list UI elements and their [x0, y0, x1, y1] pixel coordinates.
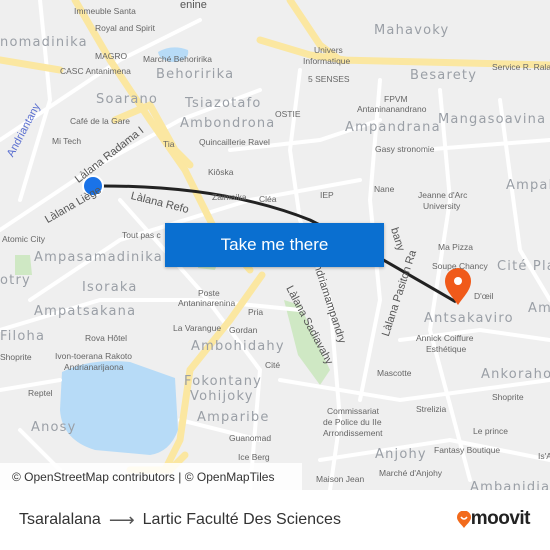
district-label: otry [0, 273, 31, 288]
poi-label: Cité [265, 360, 281, 370]
district-label: Ampatsakana [34, 304, 137, 319]
poi-label: Antaninanandrano [357, 104, 427, 114]
poi-label: Royal and Spirit [95, 23, 156, 33]
poi-label: Esthétique [426, 344, 467, 354]
poi-label: Soupe Chancy [432, 261, 488, 271]
poi-label: FPVM [384, 94, 408, 104]
district-label: Anosy [31, 420, 77, 435]
poi-label: Le prince [473, 426, 508, 436]
lake [60, 361, 178, 455]
poi-label: MAGRO [95, 51, 128, 61]
origin-name: Tsaralalana [19, 511, 101, 528]
poi-label: Ma Pizza [438, 242, 473, 252]
poi-label: IEP [320, 190, 334, 200]
district-label: Cité Pla [497, 259, 550, 274]
poi-label: D'œil [474, 291, 494, 301]
poi-label: Shoprite [0, 352, 32, 362]
poi-label: Gasy stronomie [375, 144, 435, 154]
district-label: Soarano [96, 92, 159, 107]
poi-label: Marché Behoririka [143, 54, 212, 64]
district-label: Filoha [0, 329, 46, 344]
map[interactable]: nomadinika Behoririka Soarano Tsiazotafo… [0, 0, 550, 490]
district-label: Ankorahot [481, 367, 550, 382]
destination-name: Lartic Faculté Des Sciences [142, 511, 341, 528]
district-label: Anjohy [375, 447, 427, 462]
district-label: Tsiazotafo [185, 96, 262, 111]
poi-label: Informatique [303, 56, 351, 66]
district-label: Ampandrana [345, 120, 441, 135]
poi-label: Quincaillerie Ravel [199, 137, 270, 147]
poi-label: Maison Jean [316, 474, 365, 484]
poi-label: OSTIE [275, 109, 301, 119]
poi-label: Is'A [538, 451, 550, 461]
poi-label: Cléa [259, 194, 277, 204]
poi-label: Rova Hôtel [85, 333, 128, 343]
poi-label: Shoprite [492, 392, 524, 402]
poi-label: de Police du IIe [323, 417, 382, 427]
district-label: nomadinika [0, 35, 88, 50]
poi-label: Fantasy Boutique [434, 445, 501, 455]
poi-label: Strelizia [416, 404, 447, 414]
poi-label: Nane [374, 184, 395, 194]
district-label: Am [528, 301, 550, 316]
park [15, 255, 32, 275]
poi-label: Pria [248, 307, 264, 317]
poi-label: La Varangue [173, 323, 222, 333]
district-label: Ambanidia [470, 480, 550, 490]
district-label: Fokontany [184, 374, 263, 389]
district-label: Ampah [506, 178, 550, 193]
poi-label: Reptel [28, 388, 53, 398]
poi-label: Annick Coiffure [416, 333, 474, 343]
poi-label: Jeanne d'Arc [418, 190, 468, 200]
route-footer: Tsaralalana ⟶ Lartic Faculté Des Science… [0, 490, 550, 550]
poi-label: Antaninarenina [178, 298, 236, 308]
poi-label: Arrondissement [323, 428, 383, 438]
arrow-right-icon: ⟶ [108, 509, 135, 530]
poi-label: Service R. Rala [492, 62, 550, 72]
district-label: Ambondrona [180, 116, 276, 131]
moovit-logo: moovit [456, 508, 531, 530]
district-label: Vohijoky [190, 389, 254, 404]
district-label: Amparibe [197, 410, 270, 425]
poi-label: Café de la Gare [70, 116, 131, 126]
take-me-there-button[interactable]: Take me there [165, 223, 384, 267]
poi-label: Immeuble Santa [74, 6, 136, 16]
poi-label: Zaimaika [212, 192, 247, 202]
poi-label: 5 SENSES [308, 74, 350, 84]
moovit-pin-icon [456, 510, 471, 528]
poi-label: Poste [198, 288, 220, 298]
poi-label: Mascotte [377, 368, 412, 378]
district-label: Mahavoky [374, 23, 450, 38]
district-label: Isoraka [82, 280, 138, 295]
poi-label: Kiôska [208, 167, 234, 177]
district-label: Behoririka [156, 67, 235, 82]
district-label: Ambohidahy [191, 339, 285, 354]
poi-label: Commissariat [327, 406, 379, 416]
district-label: Mangasoavina [438, 112, 547, 127]
district-label: Antsakaviro [424, 311, 514, 326]
poi-label: Mi Tech [52, 136, 82, 146]
district-label: Besarety [410, 68, 478, 83]
district-label: Ampasamadinika [34, 250, 163, 265]
poi-label: Gordan [229, 325, 258, 335]
poi-label: Marché d'Anjohy [379, 468, 443, 478]
poi-label: Guanomad [229, 433, 272, 443]
poi-label: Tia [163, 139, 175, 149]
poi-label: Andrianarijaona [64, 362, 124, 372]
poi-label: Ice Berg [238, 452, 270, 462]
map-attribution: © OpenStreetMap contributors | © OpenMap… [0, 463, 302, 490]
poi-label: Univers [314, 45, 343, 55]
attribution-text[interactable]: © OpenStreetMap contributors | © OpenMap… [12, 470, 274, 484]
poi-label: CASC Antanimena [60, 66, 131, 76]
poi-label: Atomic City [2, 234, 45, 244]
poi-label: University [423, 201, 461, 211]
poi-label: Ivon-toerana Rakoto [55, 351, 133, 361]
poi-label: Tout pas c [122, 230, 161, 240]
street-label: enine [180, 0, 207, 11]
